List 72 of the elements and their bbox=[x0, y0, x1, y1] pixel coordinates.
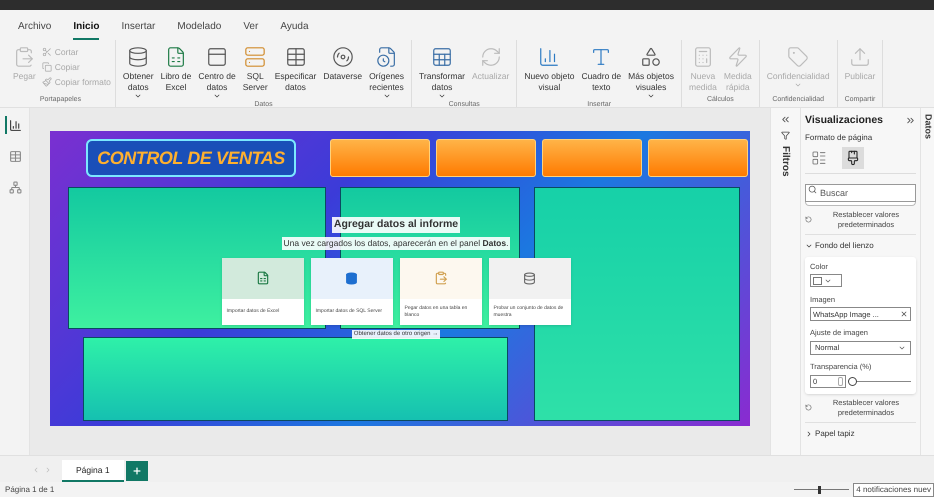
page-tab[interactable]: Página 1 bbox=[62, 460, 124, 482]
ribbon-button[interactable]: Cuadro de texto bbox=[578, 44, 624, 93]
ribbon-button[interactable]: Orígenes recientes bbox=[366, 44, 408, 100]
menu-tab[interactable]: Ver bbox=[243, 19, 258, 40]
pane-title: Visualizaciones bbox=[805, 113, 884, 128]
database-icon bbox=[523, 272, 536, 284]
ribbon-button[interactable]: Más objetos visuales bbox=[625, 44, 677, 100]
cylinder-icon bbox=[345, 272, 358, 284]
notification-tooltip: 4 notificaciones nuev bbox=[853, 482, 934, 496]
lightning-icon bbox=[726, 46, 749, 68]
slider-thumb[interactable] bbox=[848, 376, 857, 386]
section-header[interactable]: Papel tapiz bbox=[805, 428, 916, 440]
pane-tab[interactable] bbox=[842, 146, 864, 169]
expand-icon[interactable] bbox=[780, 114, 791, 125]
search-icon bbox=[808, 184, 817, 194]
dialog-title: Agregar datos al informe bbox=[332, 217, 460, 233]
ribbon-button[interactable]: Especificar datos bbox=[272, 44, 320, 93]
menu-tab[interactable]: Modelado bbox=[177, 19, 222, 40]
collapse-icon[interactable] bbox=[905, 115, 916, 126]
filter-icon bbox=[781, 131, 790, 140]
color-swatch bbox=[813, 276, 822, 284]
paintbrush-icon bbox=[845, 150, 861, 166]
ribbon-button[interactable]: Obtener datos bbox=[120, 44, 157, 100]
ribbon-button[interactable]: Centro de datos bbox=[195, 44, 239, 100]
ribbon-button[interactable]: Nuevo objeto visual bbox=[521, 44, 578, 93]
ribbon-button[interactable]: Libro de Excel bbox=[158, 44, 194, 93]
filters-label: Filtros bbox=[779, 146, 792, 177]
refresh-icon bbox=[480, 46, 502, 68]
copy-icon bbox=[42, 62, 52, 72]
ribbon-button[interactable]: Dataverse bbox=[320, 44, 366, 82]
section-header[interactable]: Fondo del lienzo bbox=[805, 240, 916, 252]
ribbon-button[interactable]: Transformar datos bbox=[416, 44, 468, 100]
spreadsheet-icon bbox=[256, 271, 270, 285]
menu-tab[interactable]: Archivo bbox=[18, 19, 52, 40]
menu-tab[interactable]: Insertar bbox=[121, 19, 156, 40]
bar-chart-icon bbox=[538, 46, 560, 68]
add-page-button[interactable] bbox=[126, 461, 148, 481]
paintbrush-icon bbox=[42, 77, 52, 87]
chevron-icon bbox=[805, 430, 813, 438]
table-icon bbox=[9, 150, 22, 162]
dialog-subtitle: Una vez cargados los datos, aparecerán en el panel Datos. bbox=[282, 236, 510, 250]
reset-icon bbox=[805, 216, 812, 224]
ribbon-button[interactable]: SQL Server bbox=[240, 44, 271, 93]
shapes-icon bbox=[640, 46, 662, 68]
zoom-slider[interactable] bbox=[794, 486, 850, 494]
upload-icon bbox=[848, 46, 871, 68]
close-icon[interactable] bbox=[900, 310, 908, 318]
bar-chart-icon bbox=[9, 118, 22, 132]
plus-icon bbox=[132, 466, 142, 476]
slider-thumb[interactable] bbox=[818, 486, 821, 494]
table-icon bbox=[284, 46, 307, 68]
data-label: Datos bbox=[922, 114, 934, 140]
clipboard-icon bbox=[434, 271, 448, 285]
filters-pane[interactable]: Filtros bbox=[770, 108, 800, 455]
color-picker[interactable] bbox=[810, 274, 842, 287]
database-icon bbox=[127, 46, 150, 68]
data-pane[interactable]: Datos bbox=[920, 108, 934, 455]
transparency-slider[interactable] bbox=[848, 376, 911, 386]
reset-icon bbox=[805, 404, 812, 412]
server-icon bbox=[244, 46, 266, 68]
scissors-icon bbox=[42, 47, 52, 57]
tag-icon bbox=[787, 46, 810, 68]
diagram-icon bbox=[9, 180, 22, 194]
page-count: Página 1 de 1 bbox=[5, 484, 54, 496]
menu-tab[interactable]: Ayuda bbox=[280, 19, 309, 40]
window-icon bbox=[206, 46, 228, 68]
clipboard-icon bbox=[13, 46, 36, 68]
clock-file-icon bbox=[376, 46, 398, 68]
list-icon bbox=[811, 150, 827, 166]
search-field[interactable]: Buscar bbox=[805, 184, 916, 202]
report-title: CONTROL DE VENTAS bbox=[86, 139, 296, 177]
pane-subtitle: Formato de página bbox=[805, 132, 874, 144]
